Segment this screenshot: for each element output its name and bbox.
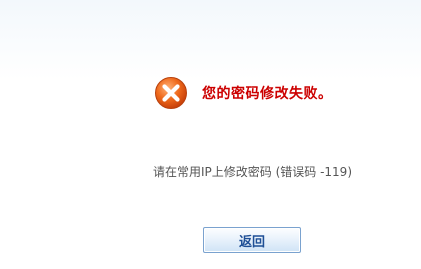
error-page: 您的密码修改失败。 请在常用IP上修改密码 (错误码 -119) 返回 [0, 0, 421, 269]
error-header: 您的密码修改失败。 [153, 74, 333, 112]
error-detail: 请在常用IP上修改密码 (错误码 -119) [153, 165, 353, 179]
back-button-label: 返回 [238, 234, 265, 250]
back-button[interactable]: 返回 [203, 227, 301, 253]
error-x-icon [154, 76, 188, 110]
error-title: 您的密码修改失败。 [202, 86, 333, 102]
